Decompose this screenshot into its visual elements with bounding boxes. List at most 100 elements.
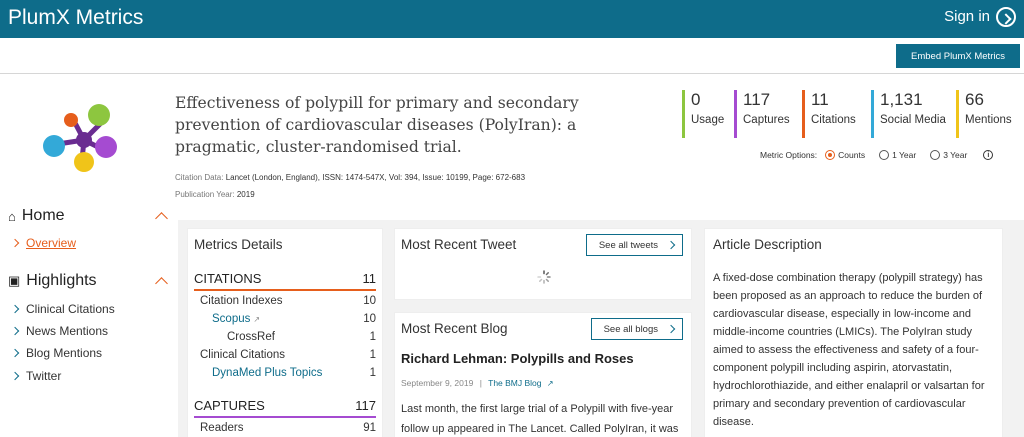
blog-post-title[interactable]: Richard Lehman: Polypills and Roses — [401, 351, 634, 366]
blog-source-link[interactable]: The BMJ Blog — [488, 378, 541, 388]
chevron-right-icon — [10, 238, 20, 248]
recent-blog-title: Most Recent Blog — [401, 321, 508, 336]
metric-label: Usage — [691, 114, 725, 126]
radio-counts[interactable] — [825, 150, 836, 160]
captures-value: 117 — [355, 398, 376, 413]
metric-captures[interactable]: 117 Captures — [734, 90, 790, 138]
metric-mentions[interactable]: 66 Mentions — [956, 90, 1012, 138]
metric-label: Captures — [743, 114, 790, 126]
row-label-link[interactable]: Scopus ↗ — [194, 313, 260, 325]
row-citation-indexes: Citation Indexes 10 — [194, 295, 376, 307]
recent-tweet-card: Most Recent Tweet See all tweets — [395, 229, 691, 299]
scopus-link[interactable]: Scopus — [212, 313, 250, 325]
nav-item-label: Twitter — [26, 369, 62, 383]
see-all-tweets-button[interactable]: See all tweets — [585, 234, 683, 256]
radio-1-year[interactable] — [879, 150, 890, 160]
collapse-home-icon[interactable] — [155, 212, 168, 225]
nav-item-label: News Mentions — [26, 324, 109, 338]
metric-social-media[interactable]: 1,131 Social Media — [871, 90, 946, 138]
option-3-year-label[interactable]: 3 Year — [943, 150, 967, 160]
metric-options-label: Metric Options: — [760, 150, 818, 160]
article-title: Effectiveness of polypill for primary an… — [175, 94, 579, 156]
citations-bar — [194, 289, 376, 291]
recent-tweet-title: Most Recent Tweet — [401, 237, 517, 252]
blog-date: September 9, 2019 — [401, 378, 474, 388]
metric-value: 66 — [965, 90, 984, 109]
metric-citations[interactable]: 11 Citations — [802, 90, 856, 138]
nav-highlights[interactable]: ▣ Highlights — [8, 272, 97, 290]
row-dynamed[interactable]: DynaMed Plus Topics 1 — [194, 367, 376, 379]
row-label: CrossRef — [227, 331, 275, 343]
article-description-title: Article Description — [713, 237, 822, 252]
citations-header[interactable]: CITATIONS 11 — [194, 271, 376, 286]
article-description-card: Article Description A fixed-dose combina… — [705, 229, 1002, 437]
dynamed-link[interactable]: DynaMed Plus Topics — [194, 367, 322, 379]
external-link-icon: ↗ — [546, 379, 554, 388]
citation-data: Citation Data: Lancet (London, England),… — [175, 173, 525, 182]
row-clinical-citations: Clinical Citations 1 — [194, 349, 376, 361]
nav-item-label: Blog Mentions — [26, 346, 103, 360]
nav-home[interactable]: ⌂ Home — [8, 207, 65, 225]
metric-value: 117 — [743, 90, 771, 109]
blog-post-meta: September 9, 2019 | The BMJ Blog ↗ — [401, 378, 554, 388]
chevron-right-icon — [666, 240, 676, 250]
sign-in-link[interactable]: Sign in — [944, 8, 990, 25]
metric-value: 0 — [691, 90, 701, 109]
top-bar: PlumX Metrics Sign in — [0, 0, 1024, 38]
nav-blog-mentions[interactable]: Blog Mentions — [10, 346, 103, 360]
citations-label: CITATIONS — [194, 271, 262, 286]
loading-spinner-icon — [537, 270, 551, 284]
row-readers: Readers 91 — [194, 422, 376, 434]
option-1-year-label[interactable]: 1 Year — [892, 150, 916, 160]
row-value: 1 — [369, 331, 376, 343]
captures-header[interactable]: CAPTURES 117 — [194, 398, 376, 413]
row-crossref: CrossRef 1 — [194, 331, 376, 343]
nav-highlights-label: Highlights — [26, 272, 97, 289]
citations-value: 11 — [362, 271, 377, 286]
home-icon: ⌂ — [8, 208, 16, 224]
plumx-logo-icon — [43, 104, 117, 172]
row-value: 10 — [363, 313, 376, 325]
row-label: Readers — [200, 422, 244, 434]
publication-year: Publication Year: 2019 — [175, 190, 255, 199]
citation-value: Lancet (London, England), ISSN: 1474-547… — [225, 173, 526, 182]
highlights-icon: ▣ — [8, 273, 21, 288]
nav-overview[interactable]: Overview — [10, 236, 77, 250]
nav-news-mentions[interactable]: News Mentions — [10, 324, 109, 338]
row-value: 91 — [363, 422, 376, 434]
chevron-right-icon — [10, 348, 20, 358]
nav-twitter[interactable]: Twitter — [10, 369, 62, 383]
collapse-highlights-icon[interactable] — [155, 277, 168, 290]
recent-blog-card: Most Recent Blog See all blogs Richard L… — [395, 313, 691, 437]
external-link-icon: ↗ — [253, 315, 261, 324]
brand-title[interactable]: PlumX Metrics — [8, 6, 143, 30]
row-scopus[interactable]: Scopus ↗ 10 — [194, 313, 376, 325]
metric-label: Citations — [811, 114, 856, 126]
see-all-tweets-label: See all tweets — [598, 239, 658, 251]
row-value: 1 — [369, 349, 376, 361]
metric-options: Metric Options: Counts 1 Year 3 Year i — [760, 150, 994, 160]
radio-3-year[interactable] — [930, 150, 941, 160]
nav-home-label: Home — [21, 207, 65, 224]
embed-metrics-button[interactable]: Embed PlumX Metrics — [896, 44, 1020, 68]
info-icon[interactable]: i — [983, 150, 994, 160]
sign-in-icon[interactable] — [996, 7, 1016, 27]
row-label: Citation Indexes — [200, 295, 283, 307]
article-description-text: A fixed-dose combination therapy (polypi… — [713, 272, 985, 428]
chevron-right-icon — [666, 324, 676, 334]
row-label: Clinical Citations — [200, 349, 286, 361]
see-all-blogs-button[interactable]: See all blogs — [590, 318, 683, 340]
divider — [0, 73, 1024, 74]
year-value: 2019 — [236, 190, 255, 199]
metric-label: Social Media — [880, 114, 946, 126]
blog-excerpt: Last month, the first large trial of a P… — [401, 403, 679, 435]
option-counts-label[interactable]: Counts — [838, 150, 865, 160]
captures-bar — [194, 416, 376, 418]
nav-overview-label: Overview — [26, 236, 77, 250]
year-label: Publication Year: — [175, 190, 235, 199]
metric-value: 11 — [811, 90, 829, 109]
nav-item-label: Clinical Citations — [26, 302, 115, 316]
nav-clinical-citations[interactable]: Clinical Citations — [10, 302, 115, 316]
metric-usage[interactable]: 0 Usage — [682, 90, 724, 138]
metric-value: 1,131 — [880, 90, 923, 109]
